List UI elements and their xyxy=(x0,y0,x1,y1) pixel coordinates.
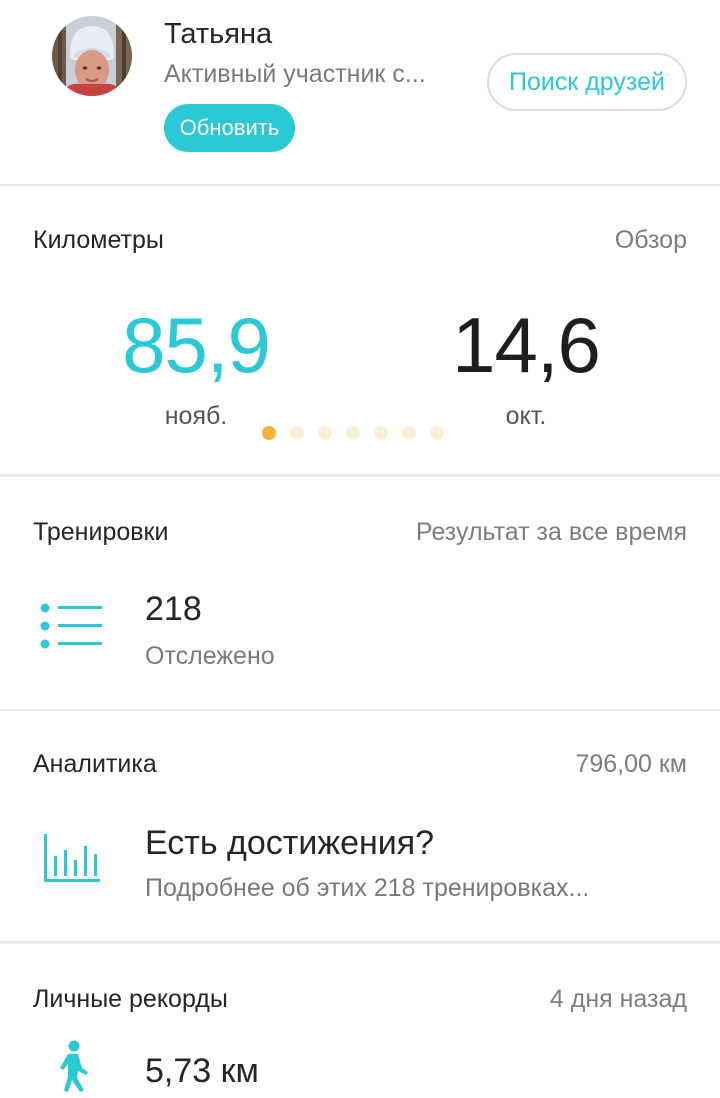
achievements-heading[interactable]: Есть достижения? xyxy=(145,824,434,863)
profile-status: Активный участник с... xyxy=(164,60,426,88)
previous-month-km[interactable]: 14,6 xyxy=(396,300,656,391)
page-dot xyxy=(346,426,360,440)
divider xyxy=(0,184,720,186)
page-dot xyxy=(290,426,304,440)
profile-name: Татьяна xyxy=(164,18,273,50)
analytics-title: Аналитика xyxy=(33,750,157,778)
divider xyxy=(0,474,720,477)
page-dot xyxy=(318,426,332,440)
profile-header: Татьяна Активный участник с... Обновить … xyxy=(0,0,720,184)
workouts-count-label: Отслежено xyxy=(145,642,275,670)
walking-person-icon xyxy=(56,1040,92,1098)
workouts-count[interactable]: 218 xyxy=(145,590,202,629)
records-time-ago: 4 дня назад xyxy=(549,985,687,1013)
kilometers-title: Километры xyxy=(33,226,164,254)
avatar[interactable] xyxy=(52,16,132,96)
find-friends-button[interactable]: Поиск друзей xyxy=(487,53,687,111)
current-month-km[interactable]: 85,9 xyxy=(66,300,326,391)
all-time-results-link[interactable]: Результат за все время xyxy=(416,518,687,547)
overview-link[interactable]: Обзор xyxy=(615,226,687,255)
personal-record-value[interactable]: 5,73 км xyxy=(145,1052,259,1091)
divider xyxy=(0,709,720,711)
bar-chart-icon xyxy=(42,832,102,889)
personal-records-title: Личные рекорды xyxy=(33,985,228,1013)
workouts-title: Тренировки xyxy=(33,518,169,546)
page-dot xyxy=(402,426,416,440)
page-indicator xyxy=(262,426,444,440)
total-distance: 796,00 км xyxy=(575,750,687,778)
page-dot xyxy=(374,426,388,440)
page-dot xyxy=(430,426,444,440)
achievements-subtext: Подробнее об этих 218 тренировках... xyxy=(145,874,590,902)
list-icon xyxy=(40,600,104,657)
update-button[interactable]: Обновить xyxy=(164,104,295,152)
divider xyxy=(0,941,720,944)
page-dot-active xyxy=(262,426,276,440)
